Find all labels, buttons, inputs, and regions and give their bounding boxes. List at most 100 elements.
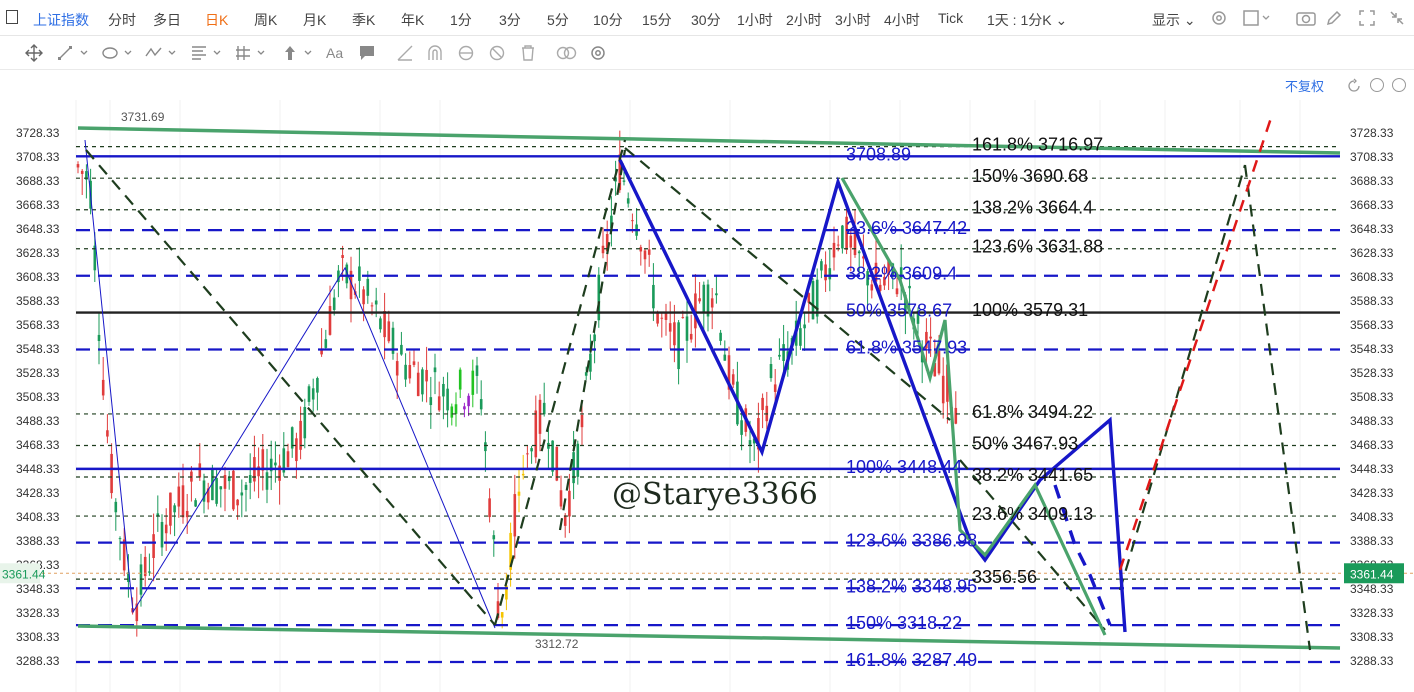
candle-body — [265, 472, 269, 490]
trend-dash-line — [85, 149, 496, 626]
fib-label-left: 161.8% 3287.49 — [846, 650, 977, 670]
candle-body — [782, 344, 785, 361]
candle-body — [286, 451, 290, 467]
price-label-right: 3568.33 — [1350, 318, 1394, 332]
candle-body — [198, 463, 202, 478]
candle-body — [568, 490, 571, 517]
candle-body — [799, 328, 802, 346]
fib-label-right: 150% 3690.68 — [972, 166, 1088, 186]
candle-body — [261, 449, 265, 471]
candle-body — [295, 438, 298, 462]
kline-chart[interactable]: 3728.33 3728.33 3708.33 3708.33 3688.33 3688.… — [0, 0, 1414, 692]
candle-body — [584, 372, 588, 376]
fib-label-left: 123.6% 3386.98 — [846, 531, 977, 551]
candle-body — [870, 284, 874, 291]
candle-body — [244, 484, 248, 490]
candle-body — [316, 378, 319, 393]
candle-body — [685, 316, 689, 341]
chart-labels: 3728.33 3728.33 3708.33 3708.33 3688.33 3688.… — [0, 110, 1404, 670]
price-label-right: 3628.33 — [1350, 246, 1394, 260]
candle-body — [450, 406, 454, 418]
projection-line — [1118, 114, 1274, 571]
candle-body — [723, 354, 727, 361]
candle-body — [379, 318, 382, 330]
price-label-left: 3708.33 — [16, 150, 60, 164]
candle-body — [689, 333, 693, 340]
candle-body — [652, 284, 655, 309]
candle-body — [513, 494, 517, 537]
price-label-right: 3468.33 — [1350, 438, 1394, 452]
candle-body — [341, 255, 344, 258]
candlesticks — [76, 130, 958, 637]
price-label-right: 3548.33 — [1350, 342, 1394, 356]
candle-body — [677, 322, 680, 370]
candle-body — [215, 478, 218, 504]
price-label-left: 3288.33 — [16, 654, 60, 668]
candle-body — [181, 485, 185, 518]
price-label-left: 3488.33 — [16, 414, 60, 428]
price-label-left: 3428.33 — [16, 486, 60, 500]
candle-body — [647, 249, 651, 255]
fib-label-right: 100% 3579.31 — [972, 300, 1088, 320]
candle-body — [836, 244, 840, 246]
fib-label-right: 23.6% 3409.13 — [972, 504, 1093, 524]
fib-label-left: 150% 3318.22 — [846, 613, 962, 633]
candle-body — [324, 339, 328, 348]
fib-label-left: 3708.89 — [846, 144, 911, 164]
candle-body — [383, 310, 386, 338]
candle-body — [458, 369, 462, 390]
candle-body — [954, 407, 958, 424]
candle-body — [517, 491, 521, 496]
candle-body — [332, 297, 336, 310]
candle-body — [169, 492, 172, 526]
price-label-left: 3468.33 — [16, 438, 60, 452]
candle-body — [76, 164, 80, 168]
fib-label-left: 138.2% 3348.95 — [846, 576, 977, 596]
fib-label-left: 100% 3448.44 — [846, 457, 962, 477]
candle-body — [412, 361, 416, 365]
price-label-right: 3668.33 — [1350, 198, 1394, 212]
price-label-right: 3728.33 — [1350, 126, 1394, 140]
candle-body — [160, 521, 164, 548]
price-label-right: 3448.33 — [1350, 462, 1394, 476]
current-price-right: 3361.44 — [1350, 567, 1394, 581]
fib-label-left: 38.2% 3609.4 — [846, 264, 957, 284]
candle-body — [404, 364, 407, 380]
candle-body — [534, 410, 538, 458]
candle-body — [248, 475, 252, 483]
candle-body — [778, 354, 781, 357]
candle-body — [236, 499, 239, 506]
candle-body — [106, 430, 109, 437]
candle-body — [828, 268, 832, 280]
low-price-label: 3312.72 — [535, 637, 579, 651]
price-label-right: 3428.33 — [1350, 486, 1394, 500]
candle-body — [748, 440, 752, 445]
candle-body — [803, 324, 806, 329]
candle-body — [832, 242, 836, 258]
fib-label-left: 50% 3578.67 — [846, 301, 952, 321]
candle-body — [454, 404, 458, 414]
price-label-right: 3308.33 — [1350, 630, 1394, 644]
candle-body — [660, 317, 664, 319]
candle-body — [761, 397, 764, 411]
candle-body — [572, 452, 575, 484]
candle-body — [467, 395, 470, 407]
watermark-text: @Starye3366 — [612, 477, 818, 512]
candle-body — [710, 298, 714, 308]
candle-body — [400, 344, 403, 355]
price-label-left: 3448.33 — [16, 462, 60, 476]
candle-body — [698, 298, 701, 302]
candle-body — [433, 367, 437, 373]
price-label-left: 3548.33 — [16, 342, 60, 356]
candle-body — [366, 278, 370, 296]
price-label-right: 3328.33 — [1350, 606, 1394, 620]
candle-body — [232, 470, 235, 510]
candle-body — [194, 500, 197, 507]
candle-body — [152, 534, 155, 558]
candle-body — [395, 361, 399, 376]
candle-body — [673, 322, 676, 346]
candle-body — [122, 539, 126, 571]
fib-label-right: 61.8% 3494.22 — [972, 402, 1093, 422]
candle-body — [580, 414, 584, 428]
candle-body — [311, 388, 315, 400]
